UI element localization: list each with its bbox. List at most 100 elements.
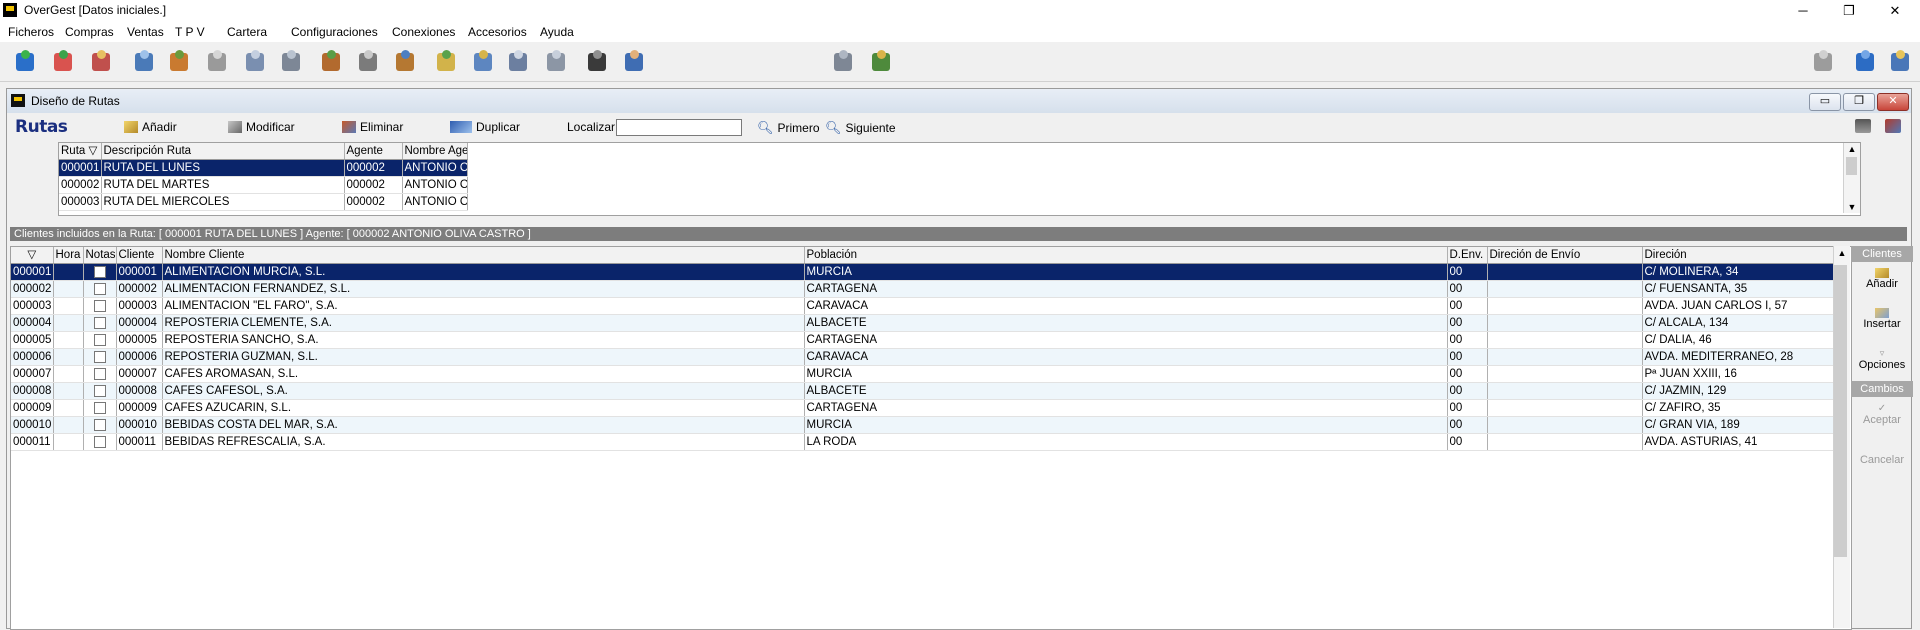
notas-checkbox[interactable] [93,401,106,414]
menu-tpv[interactable]: T P V [175,25,205,39]
client-notas[interactable] [83,433,117,451]
clients-scroll-thumb[interactable] [1834,265,1847,557]
scroll-thumb[interactable] [1846,157,1857,175]
route-row[interactable]: 000001 RUTA DEL LUNES 000002 ANTONIO OLI… [59,159,468,177]
minimize-button[interactable]: ─ [1780,0,1826,22]
gear-icon[interactable] [1810,49,1836,75]
client-notas[interactable] [83,280,117,298]
download-icon[interactable] [433,49,459,75]
route-row[interactable]: 000003 RUTA DEL MIERCOLES 000002 ANTONIO… [59,193,468,211]
next-button[interactable]: 🔍︎ Siguiente [825,120,896,136]
child-close-button[interactable]: ✕ [1877,93,1909,111]
add-route-button[interactable]: Añadir [124,120,177,134]
client-row[interactable]: 000008 000008 CAFES CAFESOL, S.A. ALBACETE 0… [11,382,1834,400]
notas-checkbox[interactable] [93,299,106,312]
notas-checkbox[interactable] [93,333,106,346]
client-row[interactable]: 000010 000010 BEBIDAS COSTA DEL MAR, S.A. M… [11,416,1834,434]
col-nombre-agente-header[interactable]: Nombre Agente [402,143,468,160]
client-notas[interactable] [83,314,117,332]
client-row[interactable]: 000002 000002 ALIMENTACION FERNANDEZ, S.L.… [11,280,1834,298]
restore-button[interactable]: ❐ [1826,0,1872,22]
col-denv-header[interactable]: D.Env. [1447,247,1488,264]
archive-icon[interactable] [830,49,856,75]
laptop-icon[interactable] [584,49,610,75]
client-row[interactable]: 000006 000006 REPOSTERIA GUZMAN, S.L. CARAV… [11,348,1834,366]
help-icon[interactable] [1852,49,1878,75]
col-notas-header[interactable]: Notas [83,247,117,264]
child-restore-button[interactable]: ❐ [1843,93,1875,111]
tools-icon[interactable] [166,49,192,75]
menu-ficheros[interactable]: Ficheros [8,25,54,39]
col-descripcion-header[interactable]: Descripción Ruta [101,143,345,160]
delete-route-button[interactable]: Eliminar [342,120,403,134]
col-ruta-header[interactable]: Ruta ▽ [59,143,102,160]
scroll-up-icon[interactable]: ▲ [1834,246,1850,260]
client-row[interactable]: 000007 000007 CAFES AROMASAN, S.L. MURCIA 00… [11,365,1834,383]
child-minimize-button[interactable]: ▭ [1809,93,1841,111]
customer-icon[interactable] [88,49,114,75]
menu-cartera[interactable]: Cartera [227,25,267,39]
menu-compras[interactable]: Compras [65,25,114,39]
route-row[interactable]: 000002 RUTA DEL MARTES 000002 ANTONIO OL… [59,176,468,194]
accept-button[interactable]: ✓ Aceptar [1851,403,1913,426]
menu-ventas[interactable]: Ventas [127,25,164,39]
notas-checkbox[interactable] [93,384,106,397]
notas-checkbox[interactable] [93,367,106,380]
document-icon[interactable] [131,49,157,75]
notas-checkbox[interactable] [93,282,106,295]
client-row[interactable]: 000004 000004 REPOSTERIA CLEMENTE, S.A. ALB… [11,314,1834,332]
client-notas[interactable] [83,365,117,383]
notas-checkbox[interactable] [93,418,106,431]
col-direccion-header[interactable]: Direción [1642,247,1834,264]
users-icon[interactable] [318,49,344,75]
notas-checkbox[interactable] [93,435,106,448]
client-notas[interactable] [83,331,117,349]
options-button[interactable]: ▿ Opciones [1851,348,1913,371]
print-icon[interactable] [242,49,268,75]
modify-route-button[interactable]: Modificar [228,120,295,134]
printer-dropdown-icon[interactable] [278,49,304,75]
scroll-down-icon[interactable]: ▼ [1844,201,1860,213]
user-icon[interactable] [621,49,647,75]
notas-checkbox[interactable] [93,350,106,363]
client-row[interactable]: 000005 000005 REPOSTERIA SANCHO, S.A. CARTA… [11,331,1834,349]
add-client-button[interactable]: Añadir [1851,268,1913,290]
client-notas[interactable] [83,348,117,366]
col-hora-header[interactable]: Hora [53,247,84,264]
exit-icon[interactable] [1885,119,1901,133]
menu-conexiones[interactable]: Conexiones [392,25,455,39]
scroll-up-icon[interactable]: ▲ [1844,143,1860,155]
first-button[interactable]: 🔍︎ Primero [757,120,820,136]
col-nombre-cliente-header[interactable]: Nombre Cliente [162,247,805,264]
client-notas[interactable] [83,263,117,281]
col-direccion-envio-header[interactable]: Direción de Envío [1487,247,1643,264]
client-row[interactable]: 000011 000011 BEBIDAS REFRESCALIA, S.A. LA … [11,433,1834,451]
menu-ayuda[interactable]: Ayuda [540,25,574,39]
agents-icon[interactable] [392,49,418,75]
cancel-button[interactable]: Cancelar [1851,454,1913,466]
insert-client-button[interactable]: Insertar [1851,308,1913,330]
register-icon[interactable] [204,49,230,75]
client-row[interactable]: 000003 000003 ALIMENTACION "EL FARO", S.A.… [11,297,1834,315]
col-cliente-header[interactable]: Cliente [116,247,163,264]
duplicate-route-button[interactable]: Duplicar [450,120,520,134]
close-button[interactable]: ✕ [1872,0,1918,22]
map-icon[interactable] [868,49,894,75]
search-docs-icon[interactable] [505,49,531,75]
localizar-input[interactable] [616,119,742,136]
client-row[interactable]: 000009 000009 CAFES AZUCARIN, S.L. CARTAGEN… [11,399,1834,417]
calculator-icon[interactable] [355,49,381,75]
transfer-icon[interactable] [470,49,496,75]
col-poblacion-header[interactable]: Población [804,247,1448,264]
database-icon[interactable] [12,49,38,75]
client-notas[interactable] [83,382,117,400]
supplier-icon[interactable] [50,49,76,75]
menu-accesorios[interactable]: Accesorios [468,25,527,39]
col-sort-header[interactable]: ▽ [11,247,54,264]
notas-checkbox[interactable] [93,265,106,278]
routes-scrollbar[interactable]: ▲ ▼ [1843,143,1860,213]
client-notas[interactable] [83,297,117,315]
client-row[interactable]: 000001 000001 ALIMENTACION MURCIA, S.L. MUR… [11,263,1834,281]
fax-dropdown-icon[interactable] [543,49,569,75]
exit-icon[interactable] [1887,49,1913,75]
